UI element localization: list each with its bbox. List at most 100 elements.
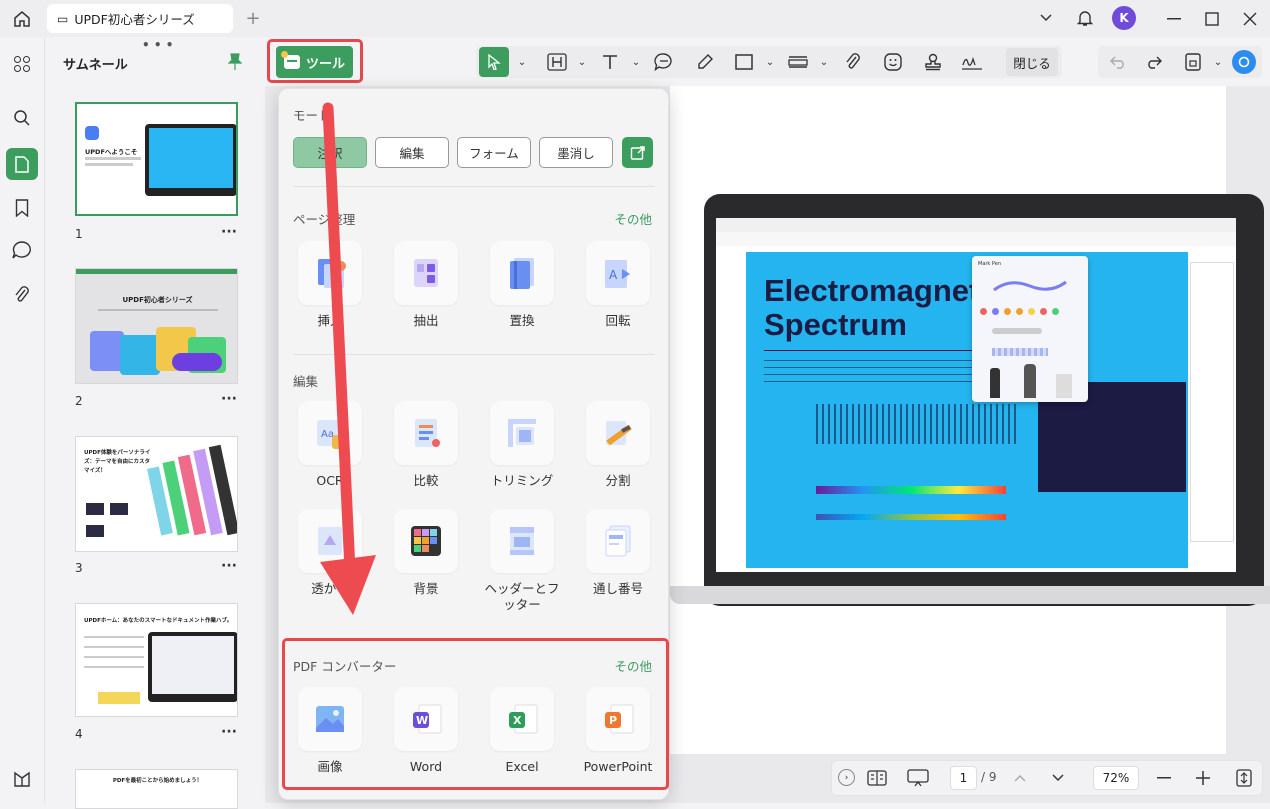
- text-icon[interactable]: [598, 50, 622, 74]
- next-page-icon[interactable]: [1048, 768, 1068, 788]
- thumbnail-panel: • • • サムネール UPDFへようこそ 1 ··· UPDF初心者シリーズ …: [45, 38, 265, 809]
- thumbnail-page-2[interactable]: UPDF初心者シリーズ: [75, 268, 238, 384]
- previous-page-icon[interactable]: [1010, 768, 1030, 788]
- page-more-icon[interactable]: ···: [221, 724, 237, 740]
- mark-pen-title: Mark Pen: [978, 261, 1002, 267]
- bates-number-icon: [586, 509, 650, 573]
- signature-icon[interactable]: [960, 50, 984, 74]
- title-bar: ▭ UPDF初心者シリーズ + K: [0, 0, 1270, 37]
- tool-label: トリミング: [490, 473, 554, 488]
- presentation-icon[interactable]: [905, 768, 931, 788]
- redo-icon[interactable]: [1142, 50, 1166, 74]
- crop-icon: [490, 401, 554, 465]
- page-more-icon[interactable]: ···: [221, 558, 237, 574]
- thumb-1-text: [85, 163, 133, 166]
- close-annotation-button[interactable]: 閉じる: [1006, 48, 1058, 76]
- search-icon[interactable]: [10, 106, 34, 130]
- background-icon: [394, 509, 458, 573]
- tool-replace[interactable]: 置換: [484, 241, 560, 329]
- thumbnail-page-5[interactable]: PDFを最初ことから始めましょう！: [75, 769, 238, 809]
- tool-rotate[interactable]: A 回転: [580, 241, 656, 329]
- zoom-level-input[interactable]: 72%: [1093, 766, 1139, 790]
- maximize-icon[interactable]: [1202, 9, 1222, 29]
- drag-handle[interactable]: • • •: [142, 38, 173, 52]
- rotate-page-icon: A: [586, 241, 650, 305]
- chevron-down-icon[interactable]: ⌄: [812, 50, 836, 74]
- tool-label: 分割: [605, 473, 631, 488]
- page-more-icon[interactable]: ···: [221, 391, 237, 407]
- thumbnails-icon[interactable]: [6, 148, 38, 180]
- measure-icon[interactable]: [786, 50, 810, 74]
- fit-page-icon[interactable]: [1234, 767, 1254, 789]
- tool-bates-number[interactable]: 通し番号: [580, 509, 656, 597]
- zoom-in-icon[interactable]: [1193, 768, 1213, 788]
- comment-icon[interactable]: [652, 50, 676, 74]
- svg-text:A: A: [609, 268, 618, 282]
- mode-form-button[interactable]: フォーム: [457, 137, 531, 168]
- thumbnail-page-3[interactable]: UPDF体験をパーソナライズ：テーマを自由にカスタマイズ！: [75, 436, 238, 552]
- heading-icon[interactable]: [545, 50, 569, 74]
- paperclip-icon[interactable]: [841, 50, 865, 74]
- chevron-down-icon[interactable]: ⌄: [624, 50, 648, 74]
- page-number: 1: [75, 227, 83, 241]
- chevron-down-icon[interactable]: ⌄: [570, 50, 594, 74]
- header-footer-icon: [490, 509, 554, 573]
- user-avatar[interactable]: K: [1112, 6, 1136, 30]
- close-window-icon[interactable]: [1240, 9, 1260, 29]
- pin-icon[interactable]: [225, 52, 245, 72]
- ai-assistant-icon[interactable]: [1232, 50, 1256, 74]
- tool-extract[interactable]: 抽出: [388, 241, 464, 329]
- page-more-icon[interactable]: ···: [221, 224, 237, 240]
- tool-header-footer[interactable]: ヘッダーとフッター: [484, 509, 560, 613]
- chevron-down-icon[interactable]: [1036, 8, 1056, 28]
- tool-compare[interactable]: 比較: [388, 401, 464, 489]
- stamp-icon[interactable]: [921, 50, 945, 74]
- thumb-1-laptop: [145, 124, 236, 196]
- tool-split[interactable]: 分割: [580, 401, 656, 489]
- grid-view-icon[interactable]: [10, 52, 34, 76]
- layers-icon[interactable]: [10, 767, 34, 791]
- minimize-icon[interactable]: [1164, 9, 1184, 29]
- sticker-icon[interactable]: [881, 50, 905, 74]
- page-number: 2: [75, 394, 83, 408]
- mode-redact-button[interactable]: 墨消し: [539, 137, 613, 168]
- attachment-icon[interactable]: [10, 283, 34, 307]
- chevron-down-icon[interactable]: ⌄: [1206, 50, 1230, 74]
- tool-background[interactable]: 背景: [388, 509, 464, 597]
- zoom-out-icon[interactable]: [1154, 768, 1174, 788]
- highlighter-icon[interactable]: [693, 50, 717, 74]
- poster-headline-2: Spectrum: [764, 307, 907, 342]
- page-section-more-link[interactable]: その他: [614, 209, 652, 228]
- comments-icon[interactable]: [10, 238, 34, 262]
- select-cursor-icon[interactable]: [479, 47, 509, 77]
- rectangle-icon[interactable]: [732, 50, 756, 74]
- thumb-1-heading: UPDFへようこそ: [85, 148, 138, 156]
- panel-title: サムネール: [63, 58, 128, 73]
- undo-icon[interactable]: [1106, 50, 1130, 74]
- tool-crop[interactable]: トリミング: [484, 401, 560, 489]
- chevron-right-icon[interactable]: ›: [838, 769, 855, 786]
- page-number: 3: [75, 561, 83, 575]
- document-tab[interactable]: ▭ UPDF初心者シリーズ: [47, 4, 233, 33]
- chevron-down-icon[interactable]: ⌄: [510, 50, 534, 74]
- mode-edit-button[interactable]: 編集: [375, 137, 449, 168]
- chevron-down-icon[interactable]: ⌄: [758, 50, 782, 74]
- tool-label: 背景: [413, 581, 439, 596]
- thumb-2-heading: UPDF初心者シリーズ: [122, 296, 193, 304]
- tool-label: 比較: [413, 473, 439, 488]
- compare-icon: [394, 401, 458, 465]
- thumbnail-page-1[interactable]: UPDFへようこそ: [75, 102, 238, 216]
- document-tab-icon: ▭: [57, 11, 69, 26]
- page-number-input[interactable]: 1: [950, 766, 977, 790]
- notification-bell-icon[interactable]: [1074, 7, 1096, 29]
- mark-pen-panel: Mark Pen: [972, 256, 1088, 402]
- open-external-icon[interactable]: [622, 137, 653, 168]
- page-layout-icon[interactable]: [866, 768, 888, 788]
- thumbnail-page-4[interactable]: UPDFホーム：あなたのスマートなドキュメント作業ハブ。: [75, 603, 238, 717]
- thumb-4-heading: UPDFホーム：あなたのスマートなドキュメント作業ハブ。: [84, 618, 233, 624]
- home-icon[interactable]: [10, 8, 34, 30]
- new-tab-icon[interactable]: +: [243, 8, 263, 29]
- save-icon[interactable]: [1181, 50, 1205, 74]
- page-total: / 9: [981, 770, 997, 784]
- bookmark-icon[interactable]: [10, 196, 34, 220]
